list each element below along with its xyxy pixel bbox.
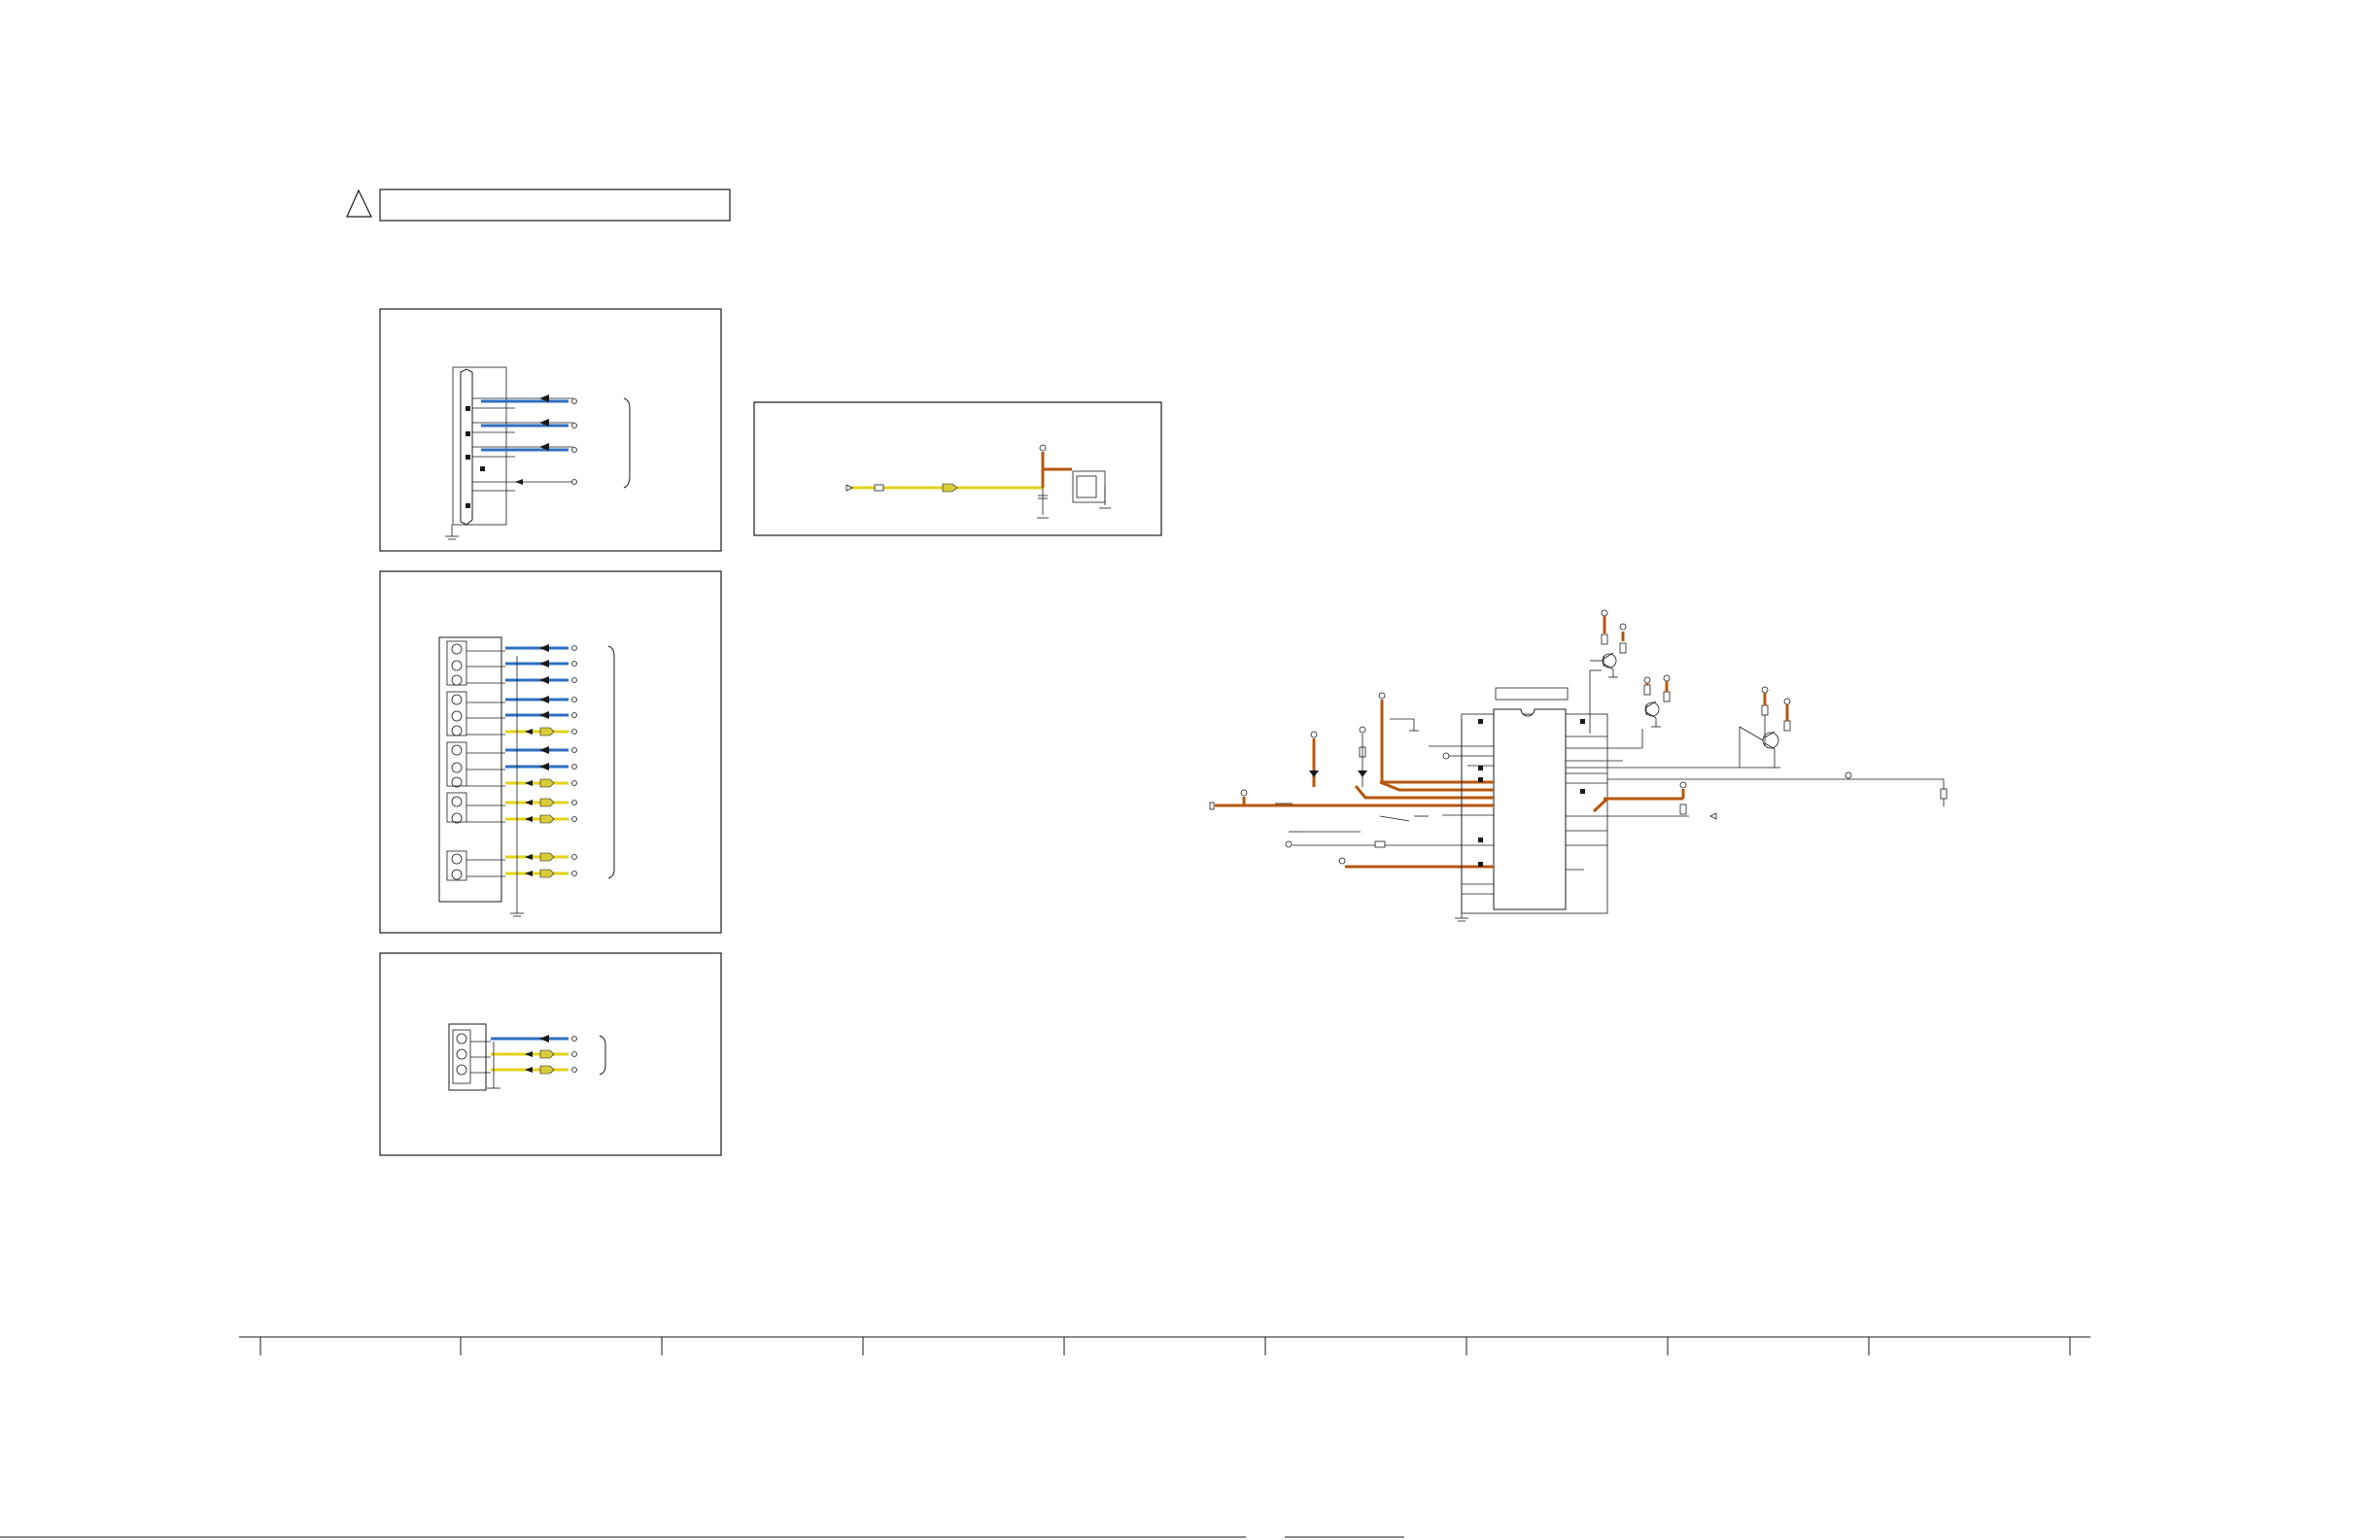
capacitor-icon (1209, 802, 1215, 810)
terminal-icon (1709, 812, 1717, 820)
frame-grid (0, 1336, 2090, 1538)
schematic-sheet (0, 188, 2090, 1538)
ic-body (1493, 708, 1567, 910)
transistor-icon (1739, 704, 1791, 769)
terminal-icon (845, 484, 853, 492)
main-ic-circuit (1209, 609, 1948, 922)
panel-audio-line (753, 401, 1162, 536)
resistor-icon (1374, 840, 1386, 848)
ic-label-box (1495, 687, 1569, 701)
diode-icon (1309, 770, 1319, 777)
connector-icon (460, 368, 473, 526)
panel-connector-1 (379, 308, 722, 552)
panel-connector-2 (379, 570, 722, 934)
resistor-icon (874, 484, 884, 492)
warning-text-box (379, 188, 731, 222)
warning-note (346, 188, 731, 222)
panel-connector-3 (379, 952, 722, 1156)
warning-triangle-icon (346, 188, 372, 218)
